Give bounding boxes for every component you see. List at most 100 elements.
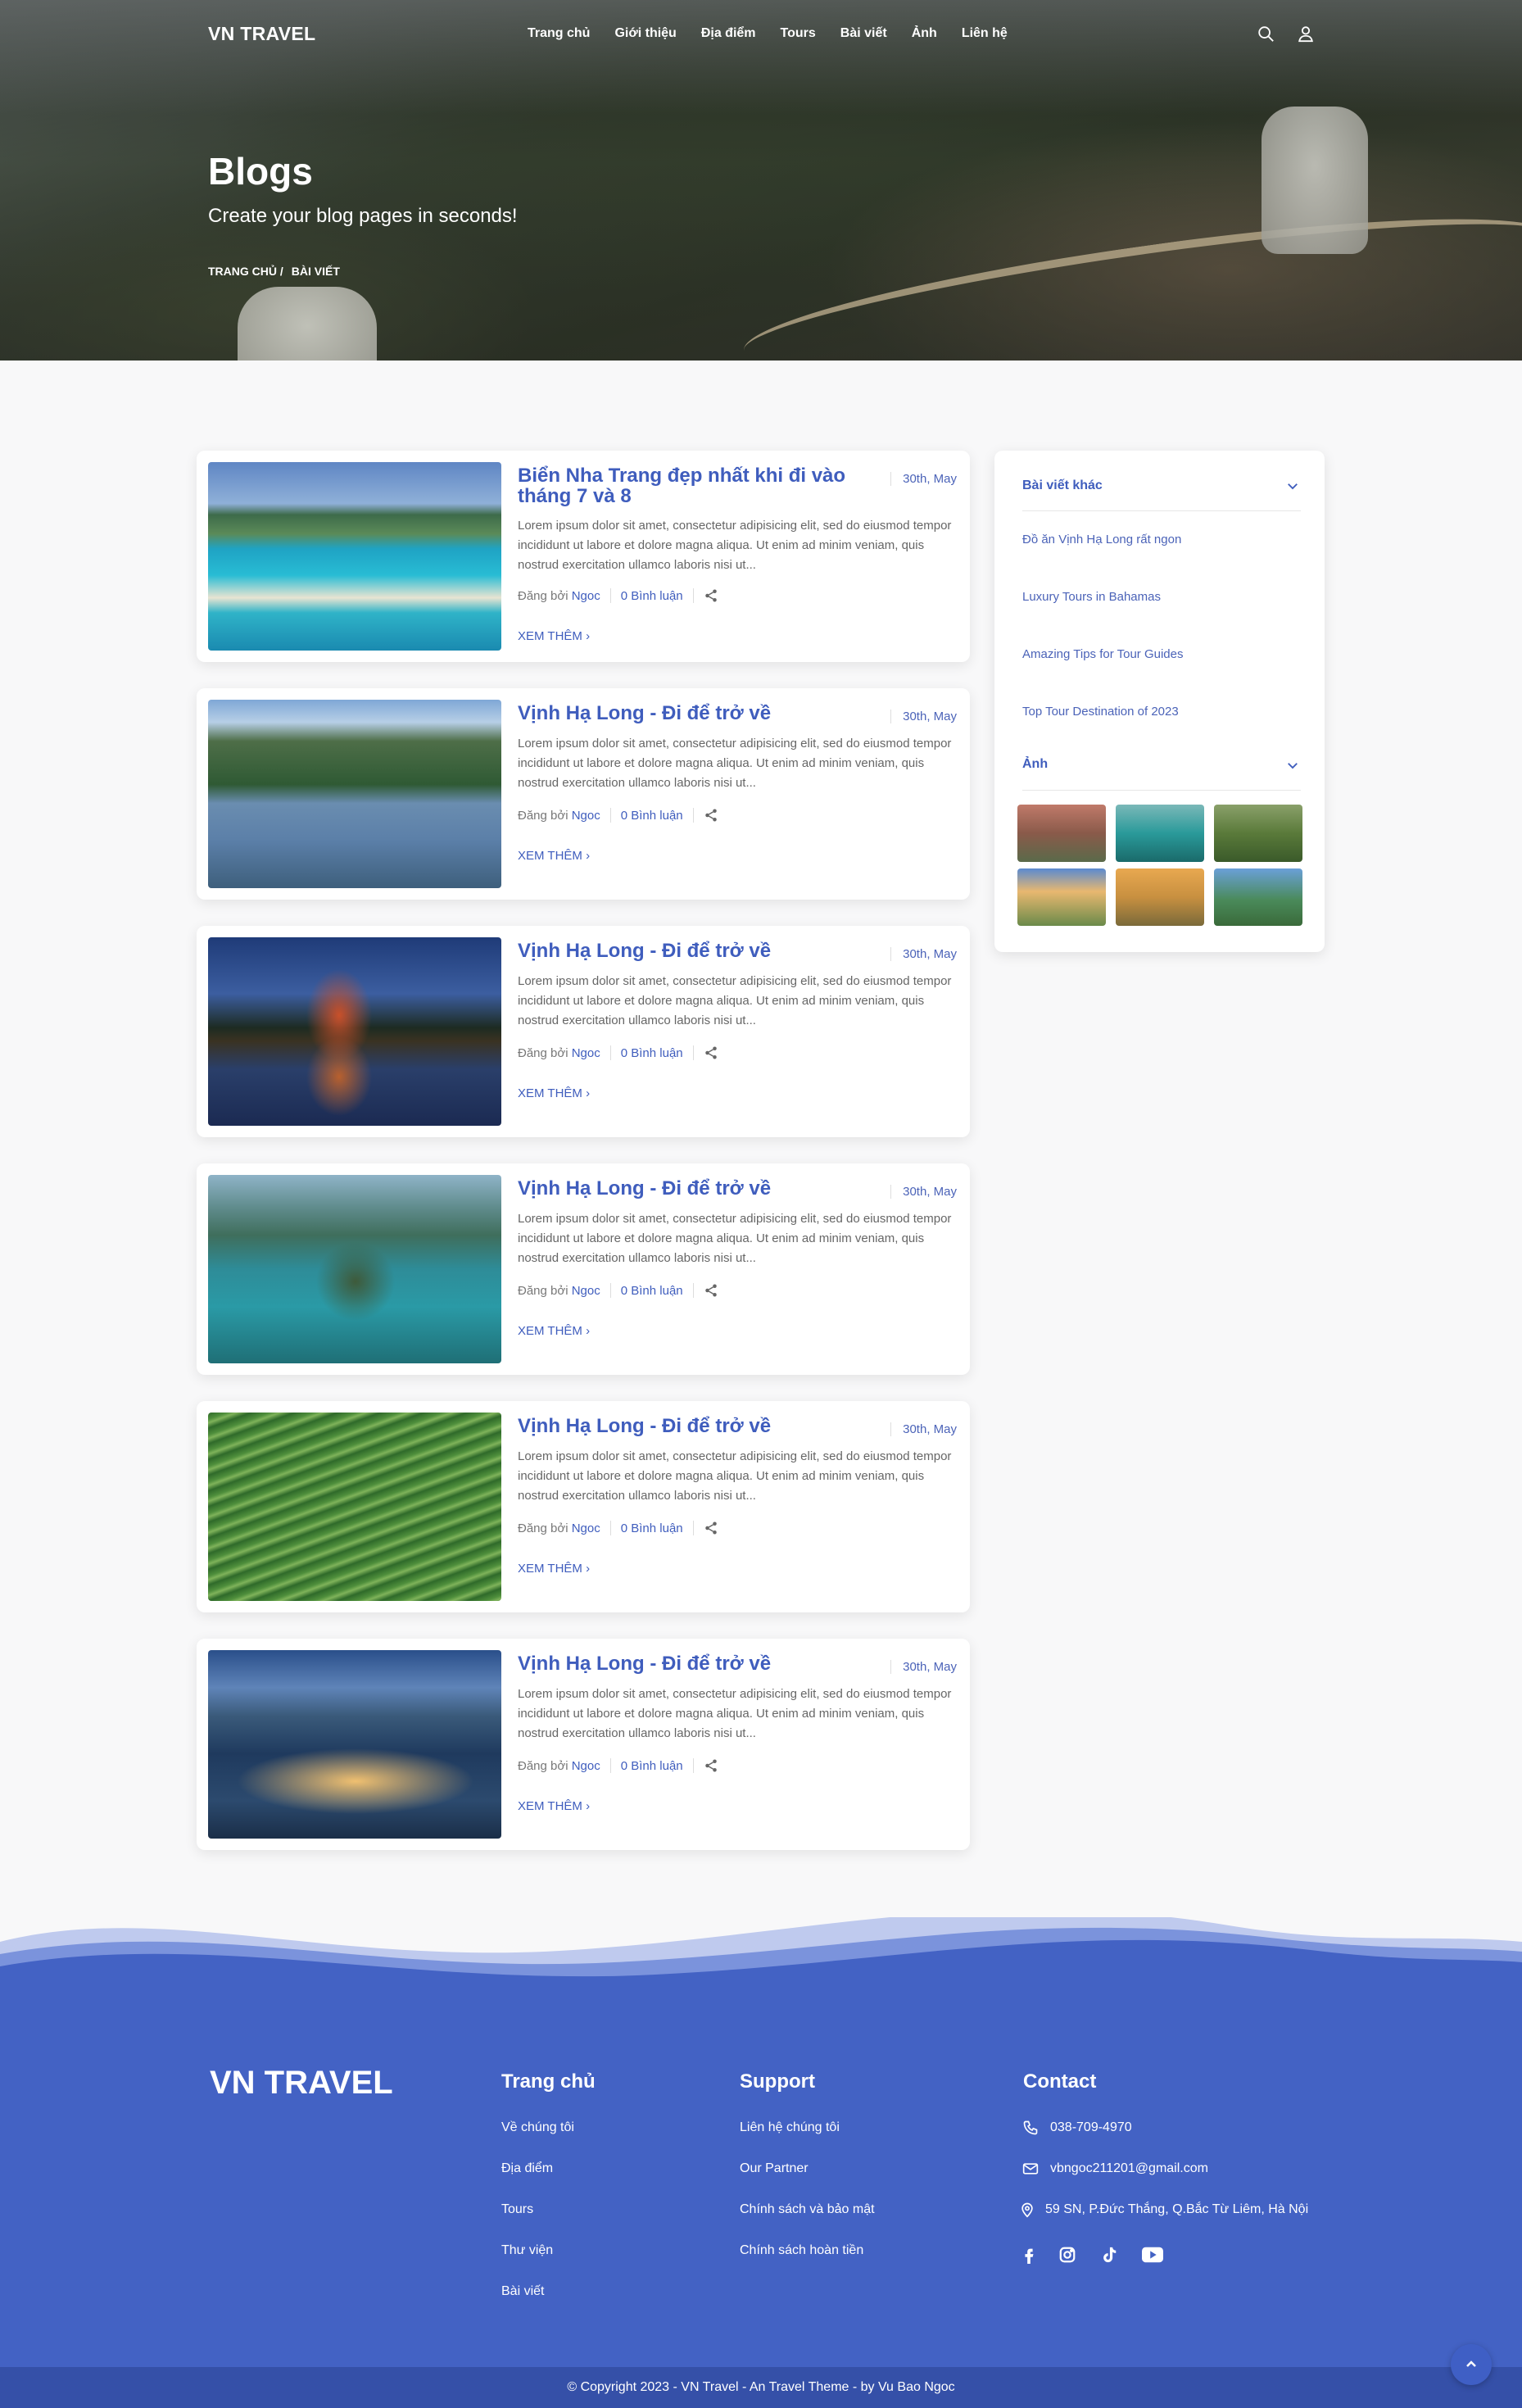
gallery-thumbnail[interactable] xyxy=(1116,805,1204,862)
footer-link[interactable]: Bài viết xyxy=(501,2284,544,2299)
post-date: 30th, May xyxy=(890,710,957,723)
site-logo[interactable]: VN TRAVEL xyxy=(208,23,315,45)
post-image-beach[interactable] xyxy=(208,462,501,651)
footer-heading-contact: Contact xyxy=(1023,2070,1097,2093)
post-author-label: Đăng bởi xyxy=(518,1521,568,1535)
post-author[interactable]: Ngoc xyxy=(572,1759,600,1773)
nav-item-dia-diem[interactable]: Địa điểm xyxy=(701,26,756,41)
post-comments[interactable]: 0 Bình luận xyxy=(621,1759,683,1773)
nav-item-bai-viet[interactable]: Bài viết xyxy=(840,26,887,41)
post-image-river[interactable] xyxy=(208,700,501,888)
footer-link[interactable]: Liên hệ chúng tôi xyxy=(740,2120,840,2135)
post-image-night-town[interactable] xyxy=(208,1650,501,1839)
post-date: 30th, May xyxy=(890,1185,957,1199)
post-comments[interactable]: 0 Bình luận xyxy=(621,589,683,603)
post-title[interactable]: Biển Nha Trang đẹp nhất khi đi vào tháng… xyxy=(518,465,870,506)
post-meta: Đăng bởi Ngoc 0 Bình luận xyxy=(518,1045,718,1060)
read-more-link[interactable]: XEM THÊM › xyxy=(518,1562,590,1576)
blog-post-card: Vịnh Hạ Long - Đi để trở về 30th, May Lo… xyxy=(197,688,970,900)
post-author[interactable]: Ngoc xyxy=(572,589,600,603)
post-excerpt: Lorem ipsum dolor sit amet, consectetur … xyxy=(518,1212,952,1265)
sidebar-photos-heading[interactable]: Ảnh xyxy=(1022,757,1048,772)
blog-post-card: Vịnh Hạ Long - Đi để trở về 30th, May Lo… xyxy=(197,1639,970,1850)
read-more-link[interactable]: XEM THÊM › xyxy=(518,1324,590,1338)
share-icon[interactable] xyxy=(704,588,718,603)
read-more-link[interactable]: XEM THÊM › xyxy=(518,1799,590,1813)
post-comments[interactable]: 0 Bình luận xyxy=(621,1521,683,1535)
chevron-down-icon[interactable] xyxy=(1285,758,1300,773)
nav-item-gioi-thieu[interactable]: Giới thiệu xyxy=(614,26,676,41)
sidebar-post-link[interactable]: Đồ ăn Vịnh Hạ Long rất ngon xyxy=(1022,533,1181,546)
sidebar-post-link[interactable]: Amazing Tips for Tour Guides xyxy=(1022,647,1183,661)
search-icon[interactable] xyxy=(1257,25,1275,43)
blog-post-card: Biển Nha Trang đẹp nhất khi đi vào tháng… xyxy=(197,451,970,662)
post-title[interactable]: Vịnh Hạ Long - Đi để trở về xyxy=(518,703,870,723)
footer-link[interactable]: Địa điểm xyxy=(501,2161,553,2176)
facebook-icon[interactable] xyxy=(1020,2245,1038,2265)
user-icon[interactable] xyxy=(1297,25,1315,43)
footer-link[interactable]: Tours xyxy=(501,2202,533,2217)
read-more-link[interactable]: XEM THÊM › xyxy=(518,849,590,863)
post-excerpt: Lorem ipsum dolor sit amet, consectetur … xyxy=(518,1449,952,1503)
post-title[interactable]: Vịnh Hạ Long - Đi để trở về xyxy=(518,1416,870,1436)
youtube-icon[interactable] xyxy=(1142,2246,1163,2264)
sidebar-post-link[interactable]: Luxury Tours in Bahamas xyxy=(1022,590,1161,604)
instagram-icon[interactable] xyxy=(1058,2246,1076,2264)
footer-link[interactable]: Our Partner xyxy=(740,2161,809,2176)
nav-item-trang-chu[interactable]: Trang chủ xyxy=(528,26,590,41)
back-to-top-button[interactable] xyxy=(1451,2344,1492,2385)
contact-email[interactable]: vbngoc211201@gmail.com xyxy=(1050,2161,1208,2176)
read-more-label: XEM THÊM xyxy=(518,1799,582,1813)
gallery-thumbnail[interactable] xyxy=(1017,805,1106,862)
post-author[interactable]: Ngoc xyxy=(572,1046,600,1060)
nav-item-lien-he[interactable]: Liên hệ xyxy=(962,26,1008,41)
post-author-label: Đăng bởi xyxy=(518,1045,568,1060)
footer-logo[interactable]: VN TRAVEL xyxy=(210,2065,393,2102)
sidebar-other-posts-heading[interactable]: Bài viết khác xyxy=(1022,478,1103,493)
read-more-label: XEM THÊM xyxy=(518,629,582,643)
gallery-thumbnail[interactable] xyxy=(1214,805,1302,862)
share-icon[interactable] xyxy=(704,1283,718,1298)
post-author[interactable]: Ngoc xyxy=(572,1521,600,1535)
post-comments[interactable]: 0 Bình luận xyxy=(621,1284,683,1298)
footer-link[interactable]: Thư viện xyxy=(501,2243,553,2258)
nav-item-anh[interactable]: Ảnh xyxy=(912,26,937,41)
tiktok-icon[interactable] xyxy=(1100,2245,1118,2265)
nav-item-tours[interactable]: Tours xyxy=(781,26,816,41)
post-comments[interactable]: 0 Bình luận xyxy=(621,809,683,823)
page-subtitle: Create your blog pages in seconds! xyxy=(208,205,518,227)
footer-link[interactable]: Về chúng tôi xyxy=(501,2120,574,2135)
breadcrumb: TRANG CHỦ / BÀI VIẾT xyxy=(208,265,340,278)
breadcrumb-current: BÀI VIẾT xyxy=(291,265,340,278)
footer-heading-support: Support xyxy=(740,2070,815,2093)
post-author-label: Đăng bởi xyxy=(518,588,568,603)
footer-link[interactable]: Chính sách và bảo mật xyxy=(740,2202,875,2217)
gallery-thumbnail[interactable] xyxy=(1017,868,1106,926)
footer-link[interactable]: Chính sách hoàn tiền xyxy=(740,2243,863,2258)
post-comments[interactable]: 0 Bình luận xyxy=(621,1046,683,1060)
post-author-label: Đăng bởi xyxy=(518,808,568,823)
read-more-link[interactable]: XEM THÊM › xyxy=(518,1086,590,1100)
hero-hand-shape xyxy=(1262,107,1368,254)
share-icon[interactable] xyxy=(704,1521,718,1535)
breadcrumb-home[interactable]: TRANG CHỦ / xyxy=(208,265,283,278)
post-title[interactable]: Vịnh Hạ Long - Đi để trở về xyxy=(518,1178,870,1199)
post-title[interactable]: Vịnh Hạ Long - Đi để trở về xyxy=(518,1653,870,1674)
gallery-thumbnail[interactable] xyxy=(1214,868,1302,926)
blog-post-card: Vịnh Hạ Long - Đi để trở về 30th, May Lo… xyxy=(197,1401,970,1612)
share-icon[interactable] xyxy=(704,1045,718,1060)
post-author[interactable]: Ngoc xyxy=(572,1284,600,1298)
share-icon[interactable] xyxy=(704,808,718,823)
chevron-down-icon[interactable] xyxy=(1285,478,1300,493)
post-title[interactable]: Vịnh Hạ Long - Đi để trở về xyxy=(518,941,870,961)
post-image-bay[interactable] xyxy=(208,1175,501,1363)
chevron-up-icon xyxy=(1466,2360,1476,2367)
post-author[interactable]: Ngoc xyxy=(572,809,600,823)
share-icon[interactable] xyxy=(704,1758,718,1773)
read-more-link[interactable]: XEM THÊM › xyxy=(518,629,590,643)
post-image-rice-terraces[interactable] xyxy=(208,1413,501,1601)
sidebar-post-link[interactable]: Top Tour Destination of 2023 xyxy=(1022,705,1179,719)
contact-phone[interactable]: 038-709-4970 xyxy=(1050,2120,1132,2135)
post-image-lake-tower[interactable] xyxy=(208,937,501,1126)
gallery-thumbnail[interactable] xyxy=(1116,868,1204,926)
